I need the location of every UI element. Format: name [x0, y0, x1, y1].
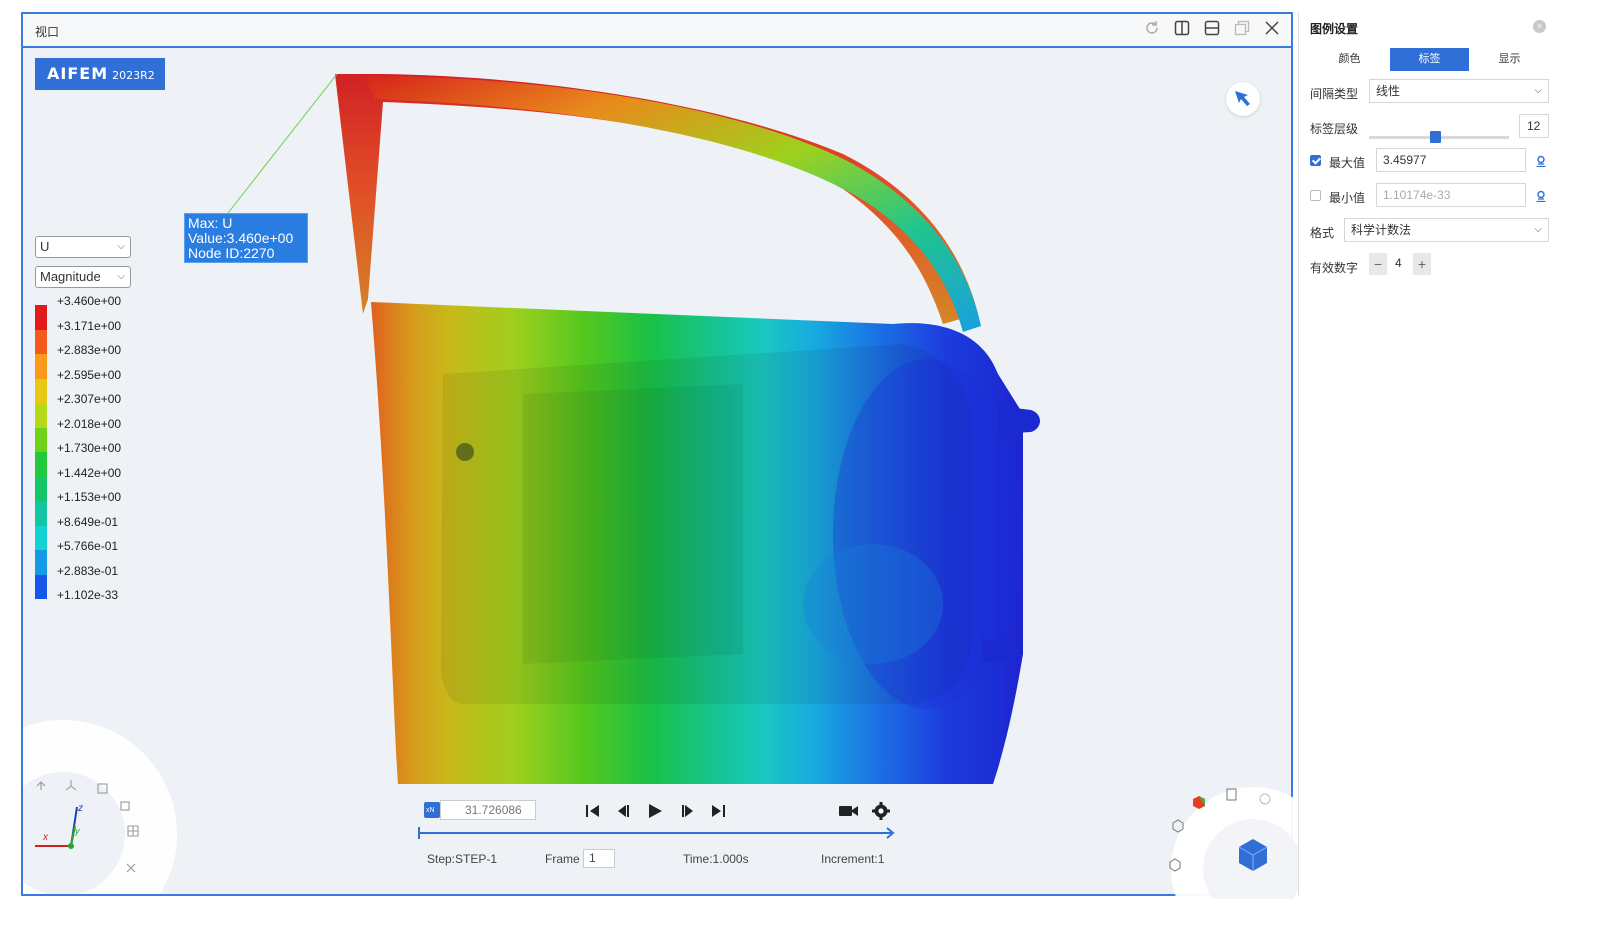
panel-title: 图例设置	[1310, 22, 1359, 36]
frame-number: 1	[589, 851, 596, 865]
legend-label: +1.730e+00	[57, 441, 122, 455]
pick-location-icon[interactable]	[1535, 190, 1547, 202]
legend-swatch	[35, 476, 47, 501]
sig-digits-label: 有效数字	[1310, 261, 1359, 275]
legend-swatch	[35, 525, 47, 550]
legend-swatch	[35, 329, 47, 354]
frame-value: 31.726086	[465, 803, 522, 817]
legend-label: +3.171e+00	[57, 318, 122, 333]
legend-swatch	[35, 501, 47, 526]
chevron-down-icon: ⌵	[117, 241, 125, 252]
format-value: 科学计数法	[1351, 223, 1412, 237]
sig-digits-value: 4	[1395, 256, 1402, 270]
tab-display[interactable]: 显示	[1470, 48, 1549, 71]
label-levels-label: 标签层级	[1310, 122, 1359, 136]
chevron-down-icon: ⌵	[1534, 85, 1542, 96]
result-component-select[interactable]: Magnitude ⌵	[35, 266, 131, 288]
increment-label: Increment:1	[821, 852, 885, 866]
max-value-checkbox[interactable]	[1310, 155, 1321, 166]
max-value-probe: Max: U Value:3.460e+00 Node ID:2270	[184, 213, 308, 263]
legend-label: +2.883e-01	[57, 563, 119, 578]
max-value-label: 最大值	[1329, 156, 1366, 170]
legend-swatch	[35, 354, 47, 379]
door-model[interactable]	[23, 14, 1291, 894]
min-value-checkbox[interactable]	[1310, 190, 1321, 201]
legend-swatch	[35, 378, 47, 403]
legend-label: +2.595e+00	[57, 367, 122, 382]
frame-value-display[interactable]: 31.726086	[440, 800, 536, 820]
frame-number-input[interactable]: 1	[583, 849, 615, 868]
probe-line-2: Value:3.460e+00	[188, 230, 294, 246]
view-cube-ring[interactable]	[1153, 759, 1313, 899]
legend-label: +8.649e-01	[57, 514, 119, 529]
legend-swatch	[35, 427, 47, 452]
legend-label: +2.307e+00	[57, 392, 122, 406]
step-forward-icon[interactable]	[678, 802, 700, 824]
pick-location-icon[interactable]	[1535, 155, 1547, 167]
probe-line-1: Max: U	[188, 215, 233, 231]
legend-swatch	[35, 574, 47, 599]
chevron-down-icon: ⌵	[1534, 224, 1542, 235]
result-component-value: Magnitude	[40, 269, 101, 284]
result-variable-select[interactable]: U ⌵	[35, 236, 131, 258]
sig-digits-decrement[interactable]: −	[1369, 253, 1387, 275]
frame-values-icon[interactable]: xN	[423, 801, 441, 819]
label-levels-input[interactable]: 12	[1519, 114, 1549, 138]
time-label: Time:1.000s	[683, 852, 749, 866]
legend-swatch	[35, 550, 47, 575]
frame-label: Frame	[545, 852, 580, 866]
legend-label: +1.153e+00	[57, 490, 122, 504]
step-back-icon[interactable]	[615, 802, 637, 824]
min-value-label: 最小值	[1329, 191, 1366, 205]
timeline-slider[interactable]	[417, 826, 897, 840]
cursor-arrow-icon	[1235, 91, 1250, 106]
select-cursor-button[interactable]	[1226, 82, 1260, 116]
max-value: 3.45977	[1383, 153, 1427, 167]
interval-type-value: 线性	[1376, 84, 1401, 98]
chevron-down-icon: ⌵	[117, 271, 125, 282]
format-select[interactable]: 科学计数法 ⌵	[1344, 218, 1549, 242]
min-value-input[interactable]: 1.10174e-33	[1376, 183, 1526, 207]
viewport[interactable]: 视口 AIFEM 2023R2 U ⌵ Magnitude ⌵ +3.460e+…	[21, 12, 1313, 899]
legend-swatch	[35, 305, 47, 330]
skip-end-icon[interactable]	[709, 802, 731, 824]
tab-color[interactable]: 颜色	[1310, 48, 1389, 71]
max-value-input[interactable]: 3.45977	[1376, 148, 1526, 172]
legend-settings-panel: 图例设置 × 颜色 标签 显示 间隔类型 线性 ⌵ 标签层级 12 最大值 3.…	[1298, 12, 1555, 896]
legend-label: +2.883e+00	[57, 343, 122, 357]
label-levels-value: 12	[1527, 119, 1541, 133]
close-icon[interactable]: ×	[1533, 20, 1546, 33]
interval-type-label: 间隔类型	[1310, 87, 1359, 101]
legend-label: +5.766e-01	[57, 539, 119, 553]
skip-start-icon[interactable]	[584, 802, 606, 824]
settings-gear-icon[interactable]	[871, 801, 893, 823]
legend-swatch	[35, 403, 47, 428]
legend-label: +3.460e+00	[57, 294, 122, 308]
play-icon[interactable]	[646, 802, 668, 824]
probe-line-3: Node ID:2270	[188, 245, 275, 261]
format-label: 格式	[1310, 226, 1335, 240]
interval-type-select[interactable]: 线性 ⌵	[1369, 79, 1549, 103]
sig-digits-increment[interactable]: +	[1413, 253, 1431, 275]
label-levels-slider-knob[interactable]	[1430, 131, 1441, 143]
legend-label: +1.102e-33	[57, 588, 119, 602]
sig-digits-input[interactable]: 4	[1387, 253, 1413, 275]
step-label: Step:STEP-1	[427, 852, 498, 866]
legend-label: +1.442e+00	[57, 465, 122, 480]
record-camera-icon[interactable]	[838, 802, 860, 824]
result-variable-value: U	[40, 239, 50, 254]
label-levels-slider[interactable]	[1369, 131, 1509, 143]
svg-text:xN: xN	[426, 807, 435, 814]
tab-labels[interactable]: 标签	[1390, 48, 1469, 71]
min-value: 1.10174e-33	[1383, 188, 1451, 202]
legend-label: +2.018e+00	[57, 416, 122, 431]
legend-swatch	[35, 452, 47, 477]
